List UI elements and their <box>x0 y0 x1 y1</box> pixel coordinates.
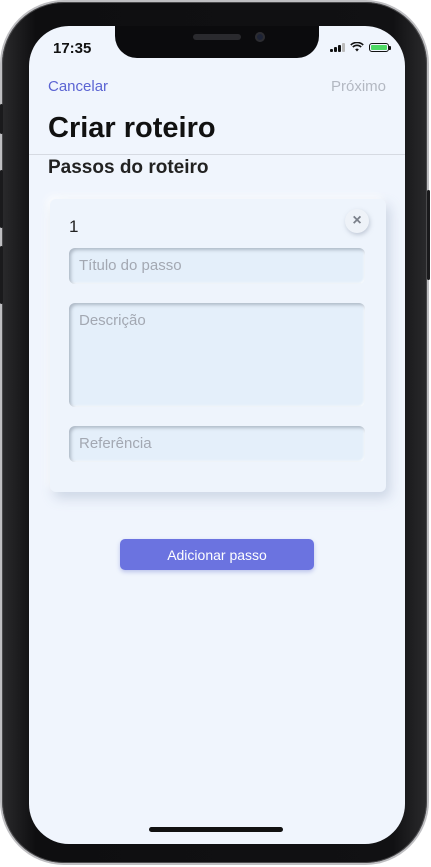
camera-icon <box>255 32 265 42</box>
section-title: Passos do roteiro <box>48 157 209 178</box>
next-button[interactable]: Próximo <box>331 78 386 95</box>
step-title-input[interactable]: Título do passo <box>69 248 365 284</box>
mute-switch <box>0 104 3 134</box>
home-indicator <box>149 827 283 832</box>
remove-step-button[interactable]: × <box>345 209 369 233</box>
add-step-button[interactable]: Adicionar passo <box>120 539 314 570</box>
screen: 17:35 Cancelar Próximo Criar roteiro Pas… <box>29 26 405 844</box>
signal-icon <box>330 42 345 52</box>
header-divider <box>29 154 405 155</box>
status-icons <box>330 42 391 52</box>
page-title: Criar roteiro <box>48 112 216 144</box>
step-number: 1 <box>69 217 79 236</box>
power-button <box>427 190 430 280</box>
close-icon: × <box>352 212 362 229</box>
step-description-textarea[interactable]: Descrição <box>69 303 365 407</box>
phone-frame: 17:35 Cancelar Próximo Criar roteiro Pas… <box>2 2 427 863</box>
cancel-button[interactable]: Cancelar <box>48 78 108 95</box>
step-reference-input[interactable]: Referência <box>69 426 365 462</box>
step-card: 1 × Título do passo Descrição Referência <box>50 199 386 492</box>
notch <box>115 26 319 58</box>
speaker-grille <box>193 34 241 40</box>
volume-down-button <box>0 246 3 304</box>
wifi-icon <box>350 42 364 52</box>
status-time: 17:35 <box>53 40 92 57</box>
volume-up-button <box>0 170 3 228</box>
battery-icon <box>369 43 391 52</box>
